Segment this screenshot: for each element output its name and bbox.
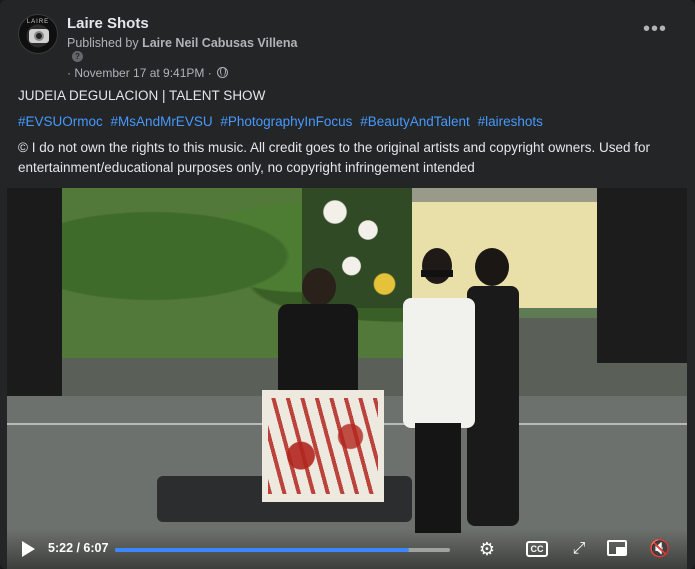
picture-in-picture-icon[interactable] — [607, 540, 627, 556]
performer-head — [422, 248, 452, 284]
page-name-link[interactable]: Laire Shots — [67, 15, 149, 32]
lens-icon — [34, 31, 44, 41]
white-shirt — [403, 298, 475, 428]
hashtag-link[interactable]: #laireshots — [478, 114, 543, 129]
globe-icon — [217, 67, 229, 78]
play-icon[interactable] — [22, 541, 35, 557]
more-options-icon[interactable]: ••• — [643, 19, 667, 39]
blindfold — [421, 270, 453, 277]
facebook-post: LAIRE Laire Shots Published by Laire Nei… — [0, 0, 695, 569]
hashtag-link[interactable]: #BeautyAndTalent — [360, 114, 470, 129]
video-painted-board — [262, 390, 384, 502]
speaker-muted-icon[interactable]: 🔇 — [649, 538, 671, 560]
post-header: LAIRE Laire Shots Published by Laire Nei… — [18, 12, 677, 82]
hashtag-link[interactable]: #PhotographyInFocus — [220, 114, 352, 129]
video-controls: 5:22 / 6:07 ⚙ CC ⤢ 🔇 — [7, 529, 687, 569]
hashtag-link[interactable]: #MsAndMrEVSU — [111, 114, 213, 129]
publisher-name-link[interactable]: Laire Neil Cabusas Villena — [142, 36, 297, 50]
progress-fill — [115, 548, 409, 552]
post-title: JUDEIA DEGULACION | TALENT SHOW — [18, 88, 266, 103]
video-curtain-right — [597, 188, 687, 363]
performer-legs — [415, 423, 461, 533]
page-avatar[interactable]: LAIRE — [18, 14, 58, 54]
published-by: Published by Laire Neil Cabusas Villena — [67, 36, 297, 50]
video-performer-blindfolded — [399, 248, 479, 533]
video-curtain-left — [7, 188, 62, 408]
video-player[interactable]: 5:22 / 6:07 ⚙ CC ⤢ 🔇 — [7, 188, 687, 569]
closed-captions-icon[interactable]: CC — [526, 541, 548, 557]
gear-icon[interactable]: ⚙ — [476, 538, 498, 560]
info-icon[interactable]: ? — [72, 51, 83, 62]
hashtag-list: #EVSUOrmoc #MsAndMrEVSU #PhotographyInFo… — [18, 112, 677, 132]
red-paint-strokes — [268, 398, 378, 494]
post-meta: · November 17 at 9:41PM · — [67, 66, 229, 80]
published-prefix: Published by — [67, 36, 139, 50]
copyright-disclaimer: © I do not own the rights to this music.… — [18, 140, 651, 175]
performer-head — [302, 268, 336, 306]
expand-icon[interactable]: ⤢ — [568, 538, 590, 560]
video-time: 5:22 / 6:07 — [48, 541, 109, 555]
progress-bar[interactable] — [115, 548, 450, 552]
post-timestamp[interactable]: · November 17 at 9:41PM · — [67, 66, 212, 80]
performer-head — [475, 248, 509, 286]
hashtag-link[interactable]: #EVSUOrmoc — [18, 114, 103, 129]
avatar-logo-text: LAIRE — [26, 19, 50, 25]
